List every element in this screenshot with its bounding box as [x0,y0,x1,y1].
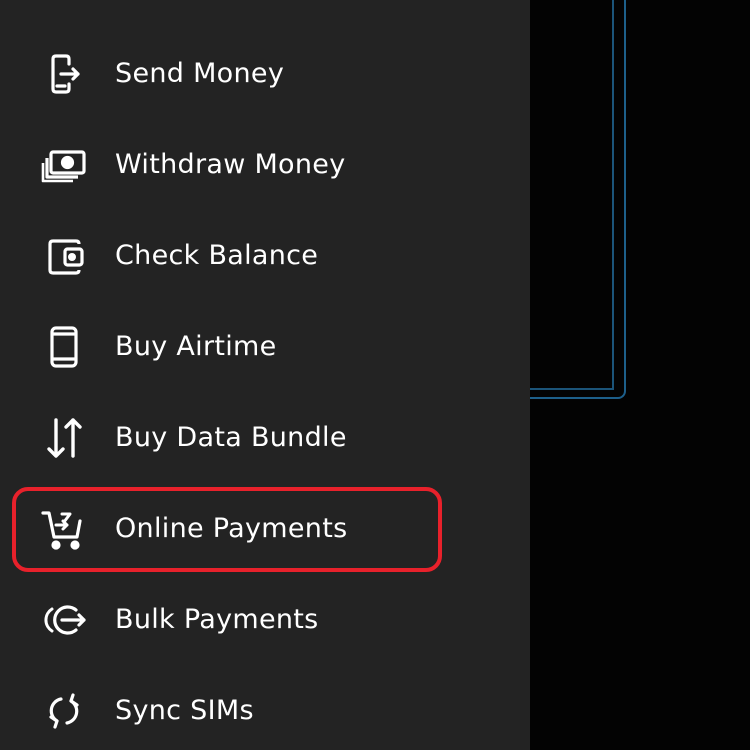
phone-icon [40,323,88,371]
menu-item-label: Buy Data Bundle [115,421,347,453]
cart-icon [40,505,88,553]
partial-icon [50,0,80,4]
wallet-icon [40,232,88,280]
sync-icon [40,687,88,735]
menu-item-buy-data-bundle[interactable]: Buy Data Bundle [0,392,530,483]
menu-item-label: Send Money [115,57,285,89]
menu-item-label: Online Payments [115,512,348,544]
navigation-drawer: Send Money Withdraw Money Check Balance … [0,0,530,750]
menu-item-label: Bulk Payments [115,603,319,635]
menu-item-check-balance[interactable]: Check Balance [0,210,530,301]
send-money-icon [40,50,88,98]
drawer-scrim[interactable] [500,0,750,750]
menu-item-label: Withdraw Money [115,148,346,180]
menu-item-label: Check Balance [115,239,319,271]
bulk-payments-icon [40,596,88,644]
menu-item-buy-airtime[interactable]: Buy Airtime [0,301,530,392]
menu-item-withdraw-money[interactable]: Withdraw Money [0,119,530,210]
cash-icon [40,141,88,189]
menu-item-send-money[interactable]: Send Money [0,28,530,119]
menu-item-label: Buy Airtime [115,330,277,362]
menu-item-label: Sync SIMs [115,694,254,726]
menu-item-sync-sims[interactable]: Sync SIMs [0,665,530,750]
menu-item-online-payments[interactable]: Online Payments [0,483,530,574]
up-down-arrows-icon [40,414,88,462]
app-screen: Send Money Withdraw Money Check Balance … [0,0,750,750]
menu-item-bulk-payments[interactable]: Bulk Payments [0,574,530,665]
